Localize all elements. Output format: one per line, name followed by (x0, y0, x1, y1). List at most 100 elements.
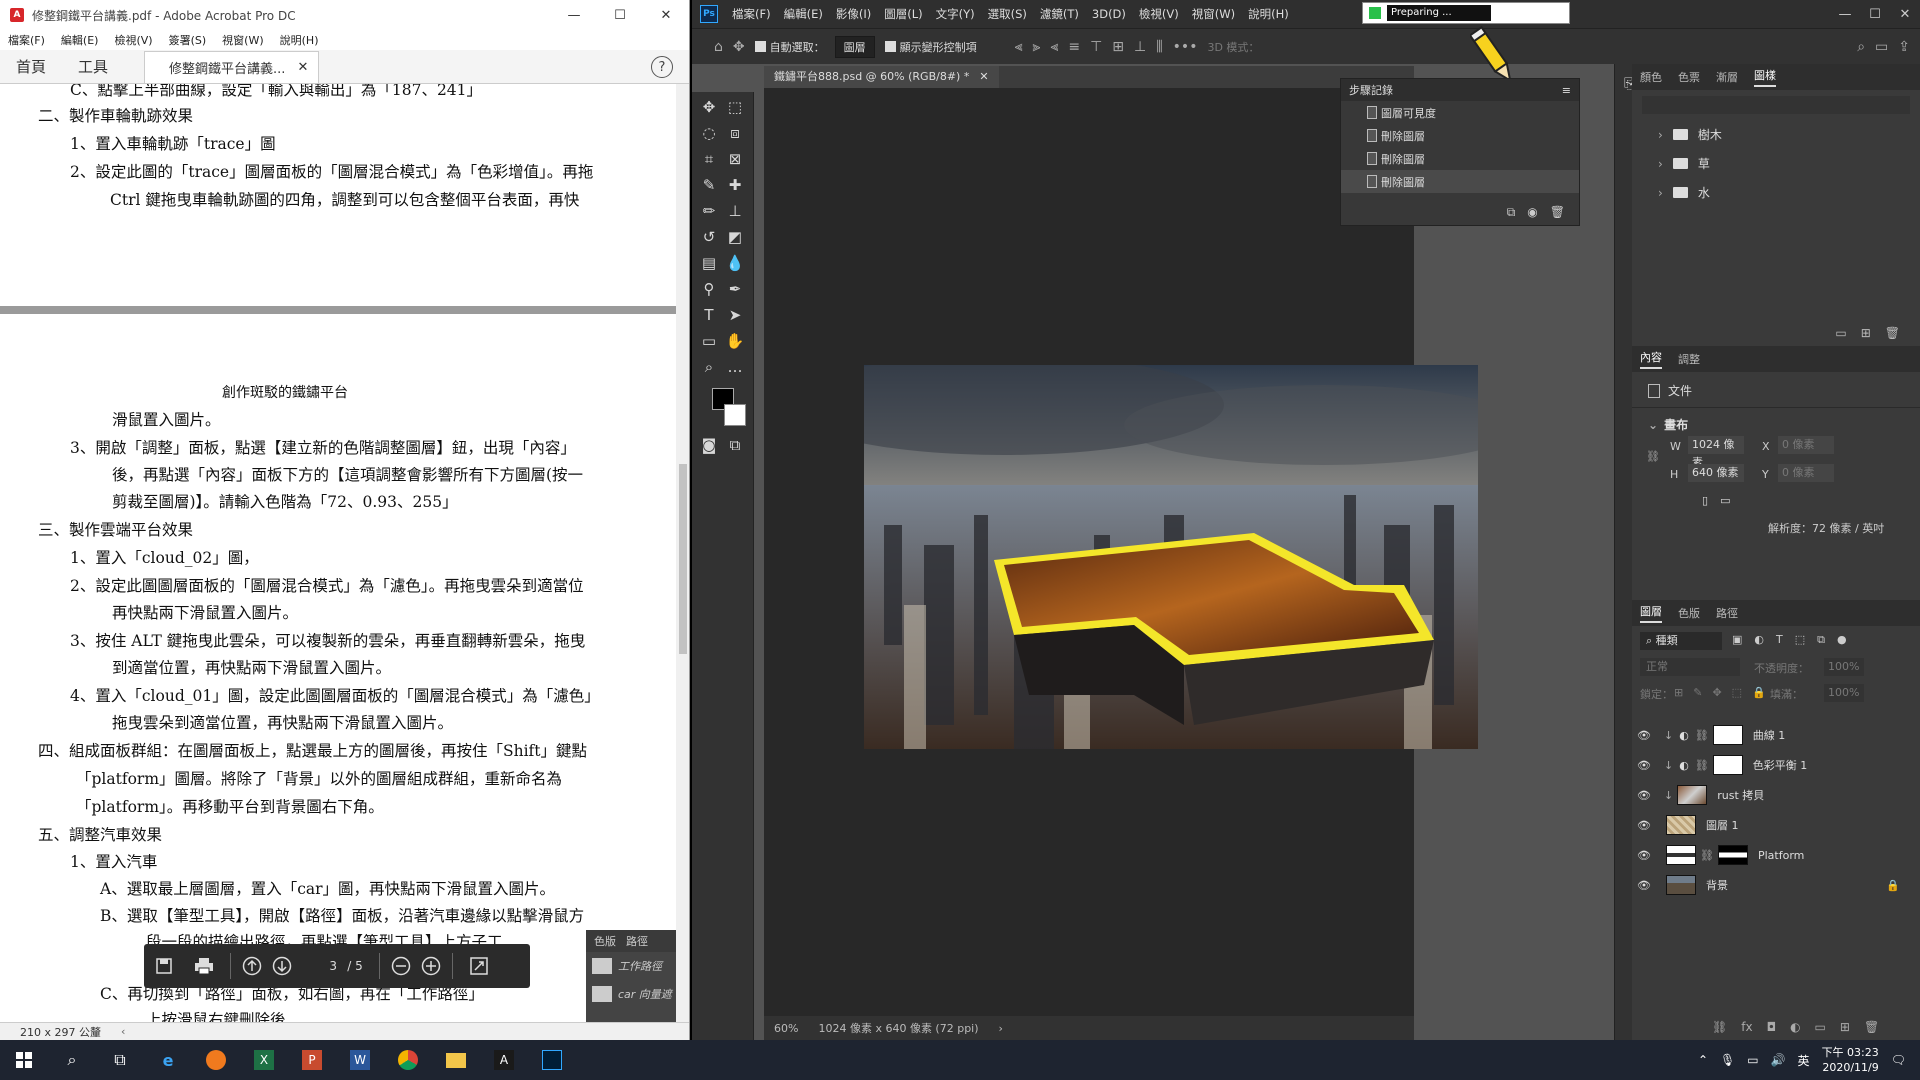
ps-status-arrow-icon[interactable]: › (999, 1022, 1003, 1035)
layer-row[interactable]: 👁 ↓ rust 拷貝 (1632, 780, 1920, 810)
menu-edit[interactable]: 編輯(E) (61, 32, 99, 48)
ps-search-icon[interactable]: ⌕ (1857, 39, 1865, 55)
visibility-eye-icon[interactable]: 👁 (1632, 789, 1656, 802)
align-top-icon[interactable]: ⊤ (1090, 39, 1102, 55)
tab-properties[interactable]: 內容 (1640, 349, 1662, 369)
align-center-icon[interactable]: ⫸ (1033, 39, 1041, 55)
menu-view[interactable]: 檢視(V) (114, 32, 152, 48)
share-icon[interactable]: ⇪ (1898, 39, 1910, 55)
layer-style-icon[interactable]: fx (1741, 1020, 1752, 1034)
word-icon[interactable]: W (336, 1040, 384, 1080)
link-layers-icon[interactable]: ⛓ (1712, 1020, 1727, 1034)
pixel-filter-icon[interactable]: ▣ (1732, 633, 1742, 647)
hand-tool-icon[interactable]: ✋ (724, 330, 746, 352)
visibility-eye-icon[interactable]: 👁 (1632, 879, 1656, 892)
menu-file[interactable]: 檔案(F) (8, 32, 45, 48)
canvas-height-input[interactable]: 640 像素 (1688, 464, 1744, 482)
fill-input[interactable]: 100% (1824, 684, 1864, 702)
add-mask-icon[interactable]: ◘ (1767, 1020, 1777, 1034)
new-pattern-icon[interactable]: ⊞ (1861, 326, 1871, 340)
ps-menu-type[interactable]: 文字(Y) (936, 6, 975, 22)
crop-tool-icon[interactable]: ⌗ (698, 148, 720, 170)
new-group-icon[interactable]: ▭ (1815, 1020, 1826, 1034)
expand-icon[interactable]: › (1658, 128, 1663, 142)
prev-page-icon[interactable] (237, 956, 267, 976)
pattern-search-input[interactable] (1642, 96, 1910, 114)
object-select-icon[interactable]: ⧈ (724, 122, 746, 144)
ps-doc-info[interactable]: 1024 像素 x 640 像素 (72 ppi) (818, 1020, 978, 1036)
pattern-folder[interactable]: › 水 (1632, 178, 1920, 207)
minimize-icon[interactable]: — (551, 8, 597, 23)
taskbar-search-icon[interactable]: ⌕ (48, 1040, 96, 1080)
menu-help[interactable]: 說明(H) (280, 32, 319, 48)
canvas-image[interactable] (864, 365, 1478, 749)
link-dimensions-icon[interactable]: ⛓ (1646, 450, 1660, 463)
visibility-eye-icon[interactable]: 👁 (1632, 729, 1656, 742)
delete-layer-icon[interactable]: 🗑 (1864, 1020, 1879, 1034)
ps-close-icon[interactable]: ✕ (1890, 7, 1920, 22)
canvas-y-input[interactable]: 0 像素 (1778, 464, 1834, 482)
new-layer-icon[interactable]: ⊞ (1840, 1020, 1850, 1034)
new-adjustment-icon[interactable]: ◐ (1790, 1020, 1800, 1034)
expand-icon[interactable]: › (1658, 186, 1663, 200)
ps-menu-edit[interactable]: 編輯(E) (784, 6, 823, 22)
tab-channels[interactable]: 色版 (1678, 605, 1700, 621)
snapshot-icon[interactable]: ◉ (1527, 205, 1537, 219)
tab-tools[interactable]: 工具 (62, 49, 124, 83)
ps-menu-3d[interactable]: 3D(D) (1092, 7, 1126, 21)
ps-menu-filter[interactable]: 濾鏡(T) (1040, 6, 1079, 22)
pen-tool-icon[interactable]: ✒ (724, 278, 746, 300)
blend-mode-dropdown[interactable]: 正常 (1640, 658, 1740, 676)
history-item[interactable]: 圖層可見度 (1341, 101, 1579, 124)
chrome-icon[interactable] (384, 1040, 432, 1080)
align-bottom-icon[interactable]: ⊥ (1134, 39, 1146, 55)
background-color-swatch[interactable] (724, 404, 746, 426)
ps-doc-tab[interactable]: 鐵鏽平台888.psd @ 60% (RGB/8#) * ✕ (764, 66, 999, 88)
lasso-tool-icon[interactable]: ◌ (698, 122, 720, 144)
ps-menu-layer[interactable]: 圖層(L) (884, 6, 922, 22)
opacity-input[interactable]: 100% (1824, 658, 1864, 676)
clock[interactable]: 下午 03:23 2020/11/9 (1822, 1045, 1879, 1075)
visibility-eye-icon[interactable]: 👁 (1632, 819, 1656, 832)
healing-brush-icon[interactable]: ✚ (724, 174, 746, 196)
lock-pixels-icon[interactable]: ✎ (1693, 686, 1702, 699)
tab-home[interactable]: 首頁 (0, 49, 62, 83)
brush-tool-icon[interactable]: ✏ (698, 200, 720, 222)
adjust-filter-icon[interactable]: ◐ (1754, 633, 1764, 647)
new-group-icon[interactable]: ▭ (1835, 326, 1846, 340)
lock-transparent-icon[interactable]: ⊞ (1674, 686, 1683, 699)
eraser-tool-icon[interactable]: ◩ (724, 226, 746, 248)
zoom-in-icon[interactable] (416, 956, 446, 976)
tab-color[interactable]: 顏色 (1640, 69, 1662, 85)
move-tool-icon[interactable]: ✥ (733, 39, 745, 55)
trash-icon[interactable]: 🗑 (1550, 205, 1565, 219)
firefox-icon[interactable] (192, 1040, 240, 1080)
lock-position-icon[interactable]: ✥ (1712, 686, 1721, 699)
excel-icon[interactable]: X (240, 1040, 288, 1080)
pattern-folder[interactable]: › 草 (1632, 149, 1920, 178)
align-left-icon[interactable]: ⫷ (1015, 39, 1023, 55)
tab-patterns[interactable]: 圖樣 (1754, 67, 1776, 87)
tab-paths[interactable]: 路徑 (1716, 605, 1738, 621)
acrobat-taskbar-icon[interactable]: A (480, 1040, 528, 1080)
ps-menu-help[interactable]: 說明(H) (1248, 6, 1289, 22)
smart-filter-icon[interactable]: ⧉ (1817, 633, 1825, 647)
close-icon[interactable]: ✕ (643, 8, 689, 23)
history-item[interactable]: 刪除圖層 (1341, 124, 1579, 147)
screen-mode-icon[interactable]: ⧉ (724, 434, 746, 456)
workspace-icon[interactable]: ▭ (1875, 39, 1888, 55)
tray-expand-icon[interactable]: ⌃ (1698, 1053, 1708, 1067)
file-explorer-icon[interactable] (432, 1040, 480, 1080)
collapse-icon[interactable]: ⌄ (1648, 418, 1658, 432)
path-select-icon[interactable]: ➤ (724, 304, 746, 326)
layer-filter-dropdown[interactable]: ⌕ 種類 (1640, 632, 1722, 650)
menu-window[interactable]: 視窗(W) (222, 32, 263, 48)
lock-all-icon[interactable]: 🔒 (1752, 686, 1766, 699)
type-tool-icon[interactable]: T (698, 304, 720, 326)
dodge-tool-icon[interactable]: ⚲ (698, 278, 720, 300)
layer-row[interactable]: 👁 圖層 1 (1632, 810, 1920, 840)
auto-select-checkbox[interactable]: 自動選取： (754, 39, 825, 55)
photoshop-taskbar-icon[interactable] (528, 1040, 576, 1080)
layer-row[interactable]: 👁 背景 🔒 (1632, 870, 1920, 900)
canvas-width-input[interactable]: 1024 像素 (1688, 436, 1744, 469)
